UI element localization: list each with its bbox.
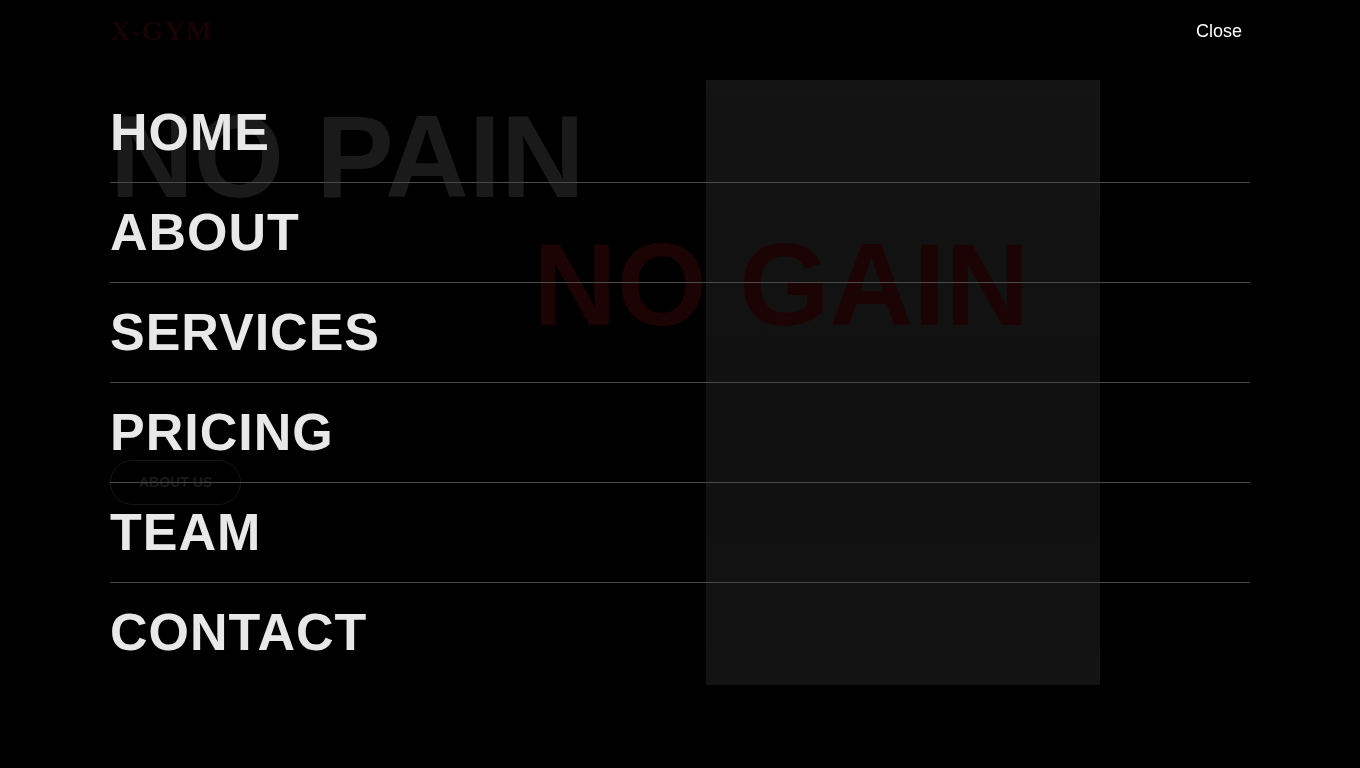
menu-link[interactable]: HOME [110, 104, 270, 161]
menu-link[interactable]: TEAM [110, 504, 261, 561]
menu-item: SERVICES [110, 283, 1250, 383]
menu-overlay: Close HOME ABOUT SERVICES PRICING TEAM CONTAC… [0, 0, 1360, 768]
close-button[interactable]: Close [1188, 18, 1250, 45]
menu-link[interactable]: CONTACT [110, 604, 367, 661]
menu-item: CONTACT [110, 583, 1250, 683]
menu-item: ABOUT [110, 183, 1250, 283]
menu-item: TEAM [110, 483, 1250, 583]
menu-link[interactable]: PRICING [110, 404, 334, 461]
menu-list: HOME ABOUT SERVICES PRICING TEAM CONTACT [110, 83, 1250, 683]
menu-link[interactable]: SERVICES [110, 304, 380, 361]
menu-item: HOME [110, 83, 1250, 183]
menu-item: PRICING [110, 383, 1250, 483]
menu-link[interactable]: ABOUT [110, 204, 300, 261]
overlay-header: Close [110, 0, 1250, 83]
